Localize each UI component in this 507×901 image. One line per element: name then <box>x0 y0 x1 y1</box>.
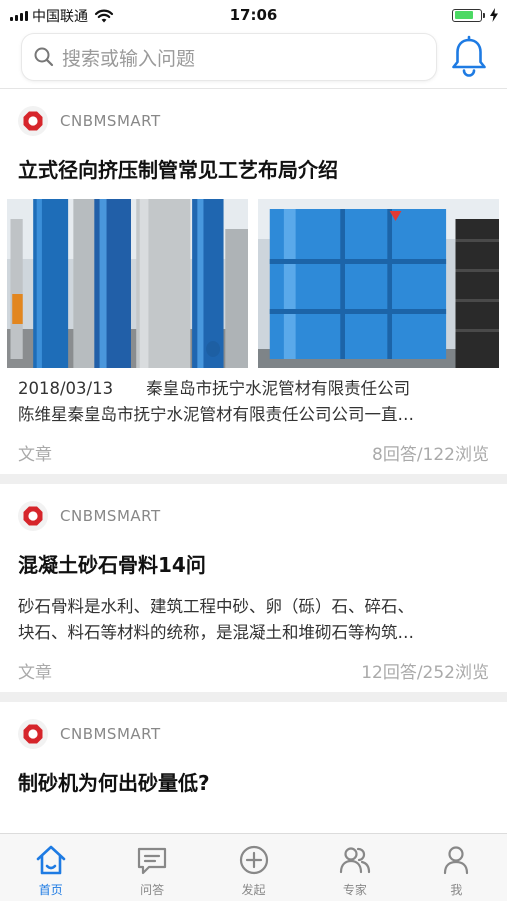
tab-me[interactable]: 我 <box>406 834 507 901</box>
article-card[interactable]: CNBMSMART 混凝土砂石骨料14问 砂石骨料是水利、建筑工程中砂、卵（砾）… <box>0 484 507 692</box>
cnbm-logo-icon <box>18 106 48 136</box>
summary-line: 砂石骨料是水利、建筑工程中砂、卵（砾）石、碎石、 <box>18 597 414 616</box>
stats-label: 8回答/122浏览 <box>372 444 489 465</box>
experts-icon <box>339 847 371 874</box>
author-name: CNBMSMART <box>60 112 161 130</box>
article-images <box>7 199 499 368</box>
category-label: 文章 <box>18 662 52 683</box>
home-icon <box>36 845 66 875</box>
summary-line: 陈维星秦皇岛市抚宁水泥管材有限责任公司公司一直… <box>18 405 414 424</box>
article-image-pipes[interactable] <box>7 199 248 368</box>
tab-home[interactable]: 首页 <box>0 834 101 901</box>
bell-icon[interactable] <box>448 35 490 79</box>
card-separator <box>0 474 507 484</box>
article-summary: 砂石骨料是水利、建筑工程中砂、卵（砾）石、碎石、 块石、料石等材料的统称，是混凝… <box>18 594 489 646</box>
summary-line: 2018/03/13 秦皇岛市抚宁水泥管材有限责任公司 <box>18 379 411 398</box>
article-title[interactable]: 立式径向挤压制管常见工艺布局介绍 <box>18 153 489 199</box>
status-bar: 中国联通 17:06 <box>0 0 507 30</box>
card-meta: 文章 12回答/252浏览 <box>18 648 489 692</box>
article-card[interactable]: CNBMSMART 立式径向挤压制管常见工艺布局介绍 2018/03/13 秦皇… <box>0 89 507 474</box>
article-title[interactable]: 制砂机为何出砂量低? <box>18 766 489 812</box>
card-author: CNBMSMART <box>18 484 489 548</box>
article-title[interactable]: 混凝土砂石骨料14问 <box>18 548 489 594</box>
search-input[interactable]: 搜索或输入问题 <box>22 34 436 80</box>
article-summary: 2018/03/13 秦皇岛市抚宁水泥管材有限责任公司 陈维星秦皇岛市抚宁水泥管… <box>18 376 489 428</box>
category-label: 文章 <box>18 444 52 465</box>
cnbm-logo-icon <box>18 719 48 749</box>
search-placeholder: 搜索或输入问题 <box>62 47 196 70</box>
cnbm-logo-icon <box>18 501 48 531</box>
card-author: CNBMSMART <box>18 89 489 153</box>
stats-label: 12回答/252浏览 <box>361 662 489 683</box>
bottom-tab-bar: 首页 问答 发起 专家 我 <box>0 833 507 901</box>
search-header: 搜索或输入问题 <box>0 30 507 88</box>
tab-label: 发起 <box>241 883 266 897</box>
chat-icon <box>138 847 167 875</box>
add-circle-icon <box>239 845 268 875</box>
status-time: 17:06 <box>229 6 278 24</box>
author-name: CNBMSMART <box>60 507 161 525</box>
tab-label: 我 <box>450 883 463 897</box>
charging-icon <box>490 8 498 22</box>
tab-label: 专家 <box>342 883 367 897</box>
article-feed: CNBMSMART 立式径向挤压制管常见工艺布局介绍 2018/03/13 秦皇… <box>0 89 507 812</box>
summary-line: 块石、料石等材料的统称，是混凝土和堆砌石等构筑… <box>18 623 414 642</box>
tab-qa[interactable]: 问答 <box>101 834 202 901</box>
tab-label: 问答 <box>140 883 165 897</box>
article-card[interactable]: CNBMSMART 制砂机为何出砂量低? <box>0 702 507 812</box>
tab-create[interactable]: 发起 <box>203 834 304 901</box>
battery-icon <box>452 8 482 22</box>
tab-experts[interactable]: 专家 <box>304 834 405 901</box>
author-name: CNBMSMART <box>60 725 161 743</box>
card-meta: 文章 8回答/122浏览 <box>18 430 489 474</box>
article-image-machine[interactable] <box>258 199 499 368</box>
card-separator <box>0 692 507 702</box>
search-icon <box>34 47 54 67</box>
status-right <box>452 8 499 22</box>
tab-label: 首页 <box>38 883 63 897</box>
profile-icon <box>444 846 469 875</box>
card-author: CNBMSMART <box>18 702 489 766</box>
